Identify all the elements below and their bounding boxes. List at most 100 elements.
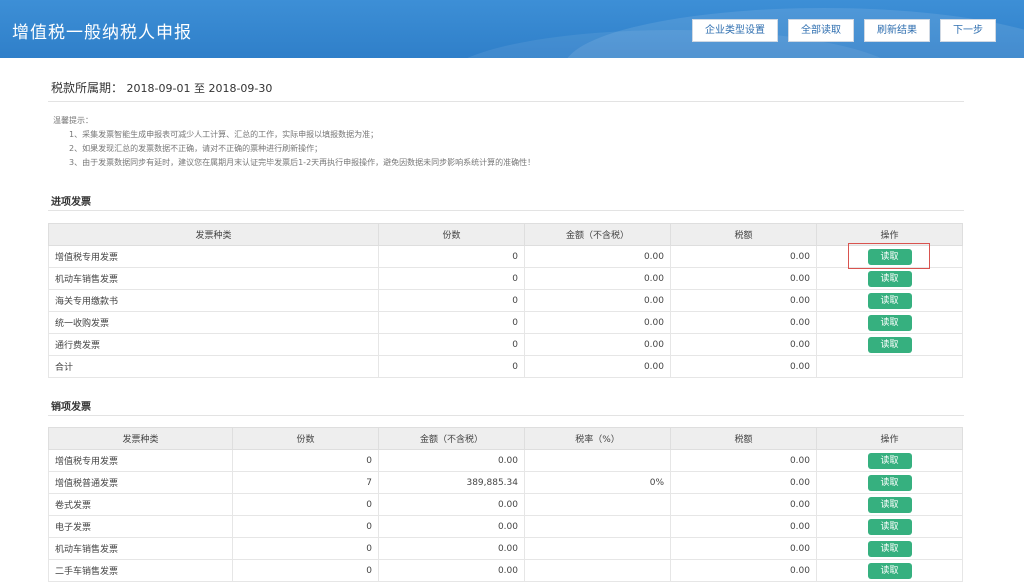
read-button[interactable]: 读取: [867, 292, 912, 309]
tax-period-start: 2018-09-01: [126, 82, 191, 95]
invoice-amount: 0.00: [524, 245, 671, 268]
input-invoice-table: 发票种类 份数 金额（不含税） 税额 操作 增值税专用发票 0 0.00 0.0…: [48, 223, 963, 378]
tax-rate: [524, 449, 671, 472]
invoice-type: 统一收购发票: [48, 311, 379, 334]
tax-period: 税款所属期： 2018-09-01 至 2018-09-30: [51, 79, 272, 96]
read-button[interactable]: 读取: [867, 336, 912, 353]
column-header: 金额（不含税）: [378, 427, 525, 450]
table-row: 机动车销售发票 0 0.00 0.00 读取: [48, 267, 963, 290]
invoice-count: 0: [378, 289, 525, 312]
column-header: 操作: [816, 427, 963, 450]
invoice-count: 0: [232, 449, 379, 472]
invoice-amount: 0.00: [378, 537, 525, 560]
invoice-type: 增值税普通发票: [48, 471, 233, 494]
table-row: 卷式发票 0 0.00 0.00 读取: [48, 493, 963, 516]
table-row: 电子发票 0 0.00 0.00 读取: [48, 515, 963, 538]
divider: [48, 415, 964, 416]
invoice-count: 0: [378, 311, 525, 334]
tax-rate: [524, 537, 671, 560]
column-header: 发票种类: [48, 223, 379, 246]
read-button[interactable]: 读取: [867, 540, 912, 557]
column-header: 份数: [378, 223, 525, 246]
invoice-amount: 0.00: [524, 311, 671, 334]
read-button[interactable]: 读取: [867, 496, 912, 513]
invoice-count: 0: [378, 355, 525, 378]
tax-period-label: 税款所属期：: [51, 81, 124, 95]
read-all-button[interactable]: 全部读取: [788, 19, 854, 42]
tax-period-separator: 至: [193, 82, 205, 95]
invoice-type: 卷式发票: [48, 493, 233, 516]
invoice-tax: 0.00: [670, 493, 817, 516]
invoice-amount: 0.00: [378, 493, 525, 516]
invoice-count: 0: [232, 559, 379, 582]
tips-panel: 温馨提示： 1、采集发票智能生成申报表可减少人工计算、汇总的工作，实际申报以填报…: [53, 114, 535, 170]
invoice-amount: 389,885.34: [378, 471, 525, 494]
refresh-results-button[interactable]: 刷新结果: [864, 19, 930, 42]
table-row: 增值税专用发票 0 0.00 0.00 读取: [48, 245, 963, 268]
invoice-amount: 0.00: [524, 267, 671, 290]
invoice-count: 7: [232, 471, 379, 494]
invoice-count: 0: [378, 267, 525, 290]
tip-line: 3、由于发票数据同步有延时，建议您在属期月末认证完毕发票后1-2天再执行申报操作…: [69, 158, 536, 167]
enterprise-type-settings-button[interactable]: 企业类型设置: [692, 19, 778, 42]
invoice-tax: 0.00: [670, 537, 817, 560]
invoice-amount: 0.00: [378, 449, 525, 472]
invoice-tax: 0.00: [670, 355, 817, 378]
top-header: 增值税一般纳税人申报 企业类型设置 全部读取 刷新结果 下一步: [0, 0, 1024, 58]
read-button[interactable]: 读取: [867, 562, 912, 579]
table-row: 统一收购发票 0 0.00 0.00 读取: [48, 311, 963, 334]
column-header: 金额（不含税）: [524, 223, 671, 246]
column-header: 份数: [232, 427, 379, 450]
table-row: 增值税专用发票 0 0.00 0.00 读取: [48, 449, 963, 472]
table-row-total: 合计 0 0.00 0.00: [48, 355, 963, 378]
invoice-type: 增值税专用发票: [48, 449, 233, 472]
next-step-button[interactable]: 下一步: [940, 19, 996, 42]
invoice-amount: 0.00: [378, 515, 525, 538]
read-button[interactable]: 读取: [867, 452, 912, 469]
invoice-count: 0: [232, 493, 379, 516]
invoice-type: 电子发票: [48, 515, 233, 538]
invoice-amount: 0.00: [524, 355, 671, 378]
app-title: 增值税一般纳税人申报: [12, 23, 192, 43]
invoice-type: 增值税专用发票: [48, 245, 379, 268]
invoice-type: 机动车销售发票: [48, 267, 379, 290]
invoice-tax: 0.00: [670, 471, 817, 494]
tips-title: 温馨提示：: [53, 116, 93, 125]
tax-rate: [524, 515, 671, 538]
invoice-tax: 0.00: [670, 559, 817, 582]
invoice-tax: 0.00: [670, 311, 817, 334]
invoice-tax: 0.00: [670, 267, 817, 290]
table-row: 海关专用缴款书 0 0.00 0.00 读取: [48, 289, 963, 312]
divider: [48, 101, 964, 102]
invoice-count: 0: [232, 537, 379, 560]
invoice-amount: 0.00: [524, 333, 671, 356]
invoice-count: 0: [378, 333, 525, 356]
table-row: 二手车销售发票 0 0.00 0.00 读取: [48, 559, 963, 582]
column-header: 税额: [670, 427, 817, 450]
invoice-tax: 0.00: [670, 289, 817, 312]
invoice-type: 通行费发票: [48, 333, 379, 356]
invoice-count: 0: [232, 515, 379, 538]
invoice-tax: 0.00: [670, 333, 817, 356]
tax-rate: 0%: [524, 471, 671, 494]
invoice-tax: 0.00: [670, 245, 817, 268]
read-button[interactable]: 读取: [867, 270, 912, 287]
read-button[interactable]: 读取: [867, 314, 912, 331]
divider: [48, 210, 964, 211]
column-header: 税率（%）: [524, 427, 671, 450]
table-row: 增值税普通发票 7 389,885.34 0% 0.00 读取: [48, 471, 963, 494]
tip-line: 1、采集发票智能生成申报表可减少人工计算、汇总的工作，实际申报以填报数据为准；: [69, 130, 379, 139]
column-header: 税额: [670, 223, 817, 246]
invoice-amount: 0.00: [378, 559, 525, 582]
invoice-type: 合计: [48, 355, 379, 378]
output-invoice-section-title: 销项发票: [51, 402, 91, 413]
tax-period-end: 2018-09-30: [208, 82, 273, 95]
invoice-type: 海关专用缴款书: [48, 289, 379, 312]
empty-cell: [816, 355, 963, 378]
table-row: 机动车销售发票 0 0.00 0.00 读取: [48, 537, 963, 560]
table-row: 通行费发票 0 0.00 0.00 读取: [48, 333, 963, 356]
tax-rate: [524, 493, 671, 516]
invoice-amount: 0.00: [524, 289, 671, 312]
read-button[interactable]: 读取: [867, 474, 912, 491]
read-button[interactable]: 读取: [867, 518, 912, 535]
